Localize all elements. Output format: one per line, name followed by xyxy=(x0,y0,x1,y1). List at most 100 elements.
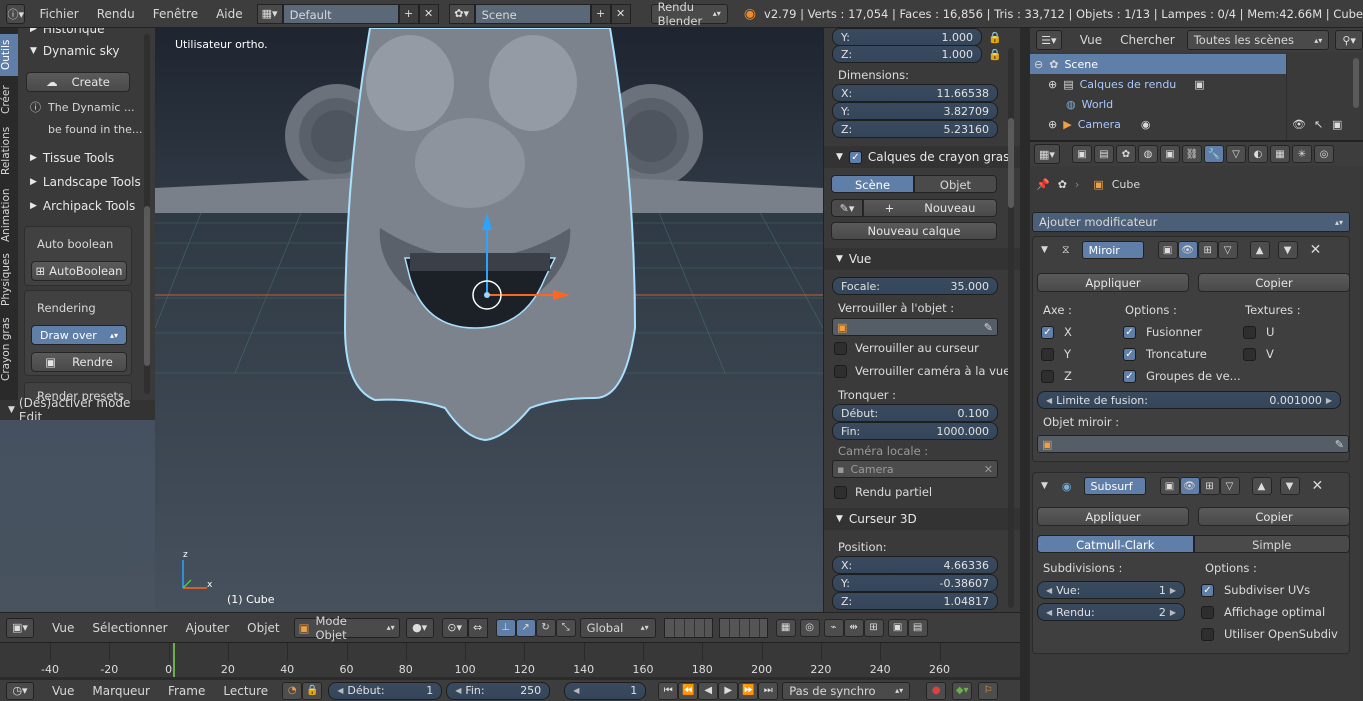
properties-editor-icon[interactable]: ▦▾ xyxy=(1034,144,1060,164)
subsurf-name-field[interactable]: Subsurf xyxy=(1083,477,1146,495)
panel-landscape-tools[interactable]: ▶ Landscape Tools xyxy=(30,175,141,189)
opensubdiv-checkbox[interactable] xyxy=(1201,627,1214,641)
focale-field[interactable]: Focale: 35.000 xyxy=(832,277,998,295)
render-engine-select[interactable]: Rendu Blender ▴▾ xyxy=(650,0,728,28)
texture-tab-icon[interactable]: ▦ xyxy=(1270,145,1290,163)
move-up-icon[interactable]: ▲ xyxy=(1249,241,1270,259)
layer-lock-icon[interactable]: ▦ xyxy=(775,618,796,637)
nouveau-button[interactable]: + Nouveau xyxy=(863,199,997,217)
catmull-clark-tab[interactable]: Catmull-Clark xyxy=(1037,535,1194,553)
expand-icon[interactable]: ⊕ xyxy=(1048,78,1057,91)
expand-icon[interactable]: ⊕ xyxy=(1048,118,1057,131)
view3d-menu-selectionner[interactable]: Sélectionner xyxy=(92,621,167,635)
remove-layout-icon[interactable]: ✕ xyxy=(418,3,439,24)
layout-name[interactable]: Default xyxy=(282,3,399,24)
scale-y-field[interactable]: Y: 1.000 xyxy=(832,28,982,46)
manipulator-icon[interactable]: ⇔ xyxy=(467,617,488,638)
cursor-x-field[interactable]: X: 4.66336 xyxy=(832,556,998,574)
partial-render-checkbox[interactable] xyxy=(834,485,847,499)
move-down-icon[interactable]: ▼ xyxy=(1279,477,1300,495)
subdiv-render-field[interactable]: ◀ Rendu: 2 ▶ xyxy=(1037,603,1185,621)
mirror-copy-button[interactable]: Copier xyxy=(1198,273,1350,292)
tab-scene[interactable]: Scène xyxy=(831,175,914,193)
scene-selector[interactable]: ✿▾ Scene + ✕ xyxy=(448,3,631,24)
axis-y-row[interactable]: Y xyxy=(1041,347,1071,361)
outliner-menu-vue[interactable]: Vue xyxy=(1080,33,1102,47)
record-icon[interactable]: ● xyxy=(926,681,947,700)
lock-icon[interactable]: 🔒 xyxy=(986,45,1004,63)
physics-tab-icon[interactable]: ◎ xyxy=(1314,145,1334,163)
timeline-menu-marqueur[interactable]: Marqueur xyxy=(92,684,150,698)
rotate-icon[interactable]: ↻ xyxy=(535,618,556,637)
tab-animation[interactable]: Animation xyxy=(0,184,18,246)
prev-keyframe-icon[interactable]: ⏪ xyxy=(678,681,699,700)
lock-camera-checkbox[interactable] xyxy=(834,364,847,378)
orientation-select[interactable]: Global ▴▾ xyxy=(579,617,656,638)
view3d-editor-icon[interactable]: ▣▾ xyxy=(6,617,34,638)
move-down-icon[interactable]: ▼ xyxy=(1277,241,1298,259)
rendre-button[interactable]: ▣ Rendre xyxy=(31,352,127,372)
lock-icon[interactable]: 🔒 xyxy=(986,28,1004,46)
outliner-filter-select[interactable]: Toutes les scènes ▴▾ xyxy=(1186,30,1330,50)
clip-start-field[interactable]: Début: 0.100 xyxy=(832,404,998,422)
constraints-tab-icon[interactable]: ⛓ xyxy=(1182,145,1202,163)
collapse-icon[interactable]: ▼ xyxy=(1041,245,1048,255)
world-tab-icon[interactable]: ◍ xyxy=(1138,145,1158,163)
preview-range-icon[interactable]: ◔ xyxy=(282,681,303,700)
local-camera-field[interactable]: ▪ Camera ✕ xyxy=(832,460,998,478)
opengl-render-icon[interactable]: ▣ xyxy=(887,618,908,637)
snap-element-icon[interactable]: ⇹ xyxy=(843,618,864,637)
add-modifier-select[interactable]: Ajouter modificateur ▴▾ xyxy=(1032,212,1350,232)
selectable-arrow-icon[interactable]: ↖ xyxy=(1314,118,1323,131)
play-icon[interactable]: ▶ xyxy=(718,681,739,700)
increment-icon[interactable]: ▶ xyxy=(1170,586,1176,595)
material-tab-icon[interactable]: ◐ xyxy=(1248,145,1268,163)
merge-checkbox[interactable]: ✓ xyxy=(1123,325,1136,339)
scene-tab-icon[interactable]: ✿ xyxy=(1116,145,1136,163)
cage-toggle-icon[interactable]: ▽ xyxy=(1217,241,1238,259)
view3d-menu-vue[interactable]: Vue xyxy=(52,621,74,635)
clipping-checkbox[interactable]: ✓ xyxy=(1123,347,1136,361)
increment-icon[interactable]: ▶ xyxy=(1170,608,1176,617)
timeline-menu-lecture[interactable]: Lecture xyxy=(223,684,268,698)
collapse-icon[interactable]: ▼ xyxy=(1041,481,1048,491)
view3d-menu-ajouter[interactable]: Ajouter xyxy=(186,621,230,635)
dim-z-field[interactable]: Z: 5.23160 xyxy=(832,120,998,138)
dim-y-field[interactable]: Y: 3.82709 xyxy=(832,102,998,120)
manipulator-toggle-icon[interactable]: ⊥ xyxy=(495,618,516,637)
simple-tab[interactable]: Simple xyxy=(1193,535,1350,553)
next-keyframe-icon[interactable]: ⏩ xyxy=(738,681,759,700)
remove-scene-icon[interactable]: ✕ xyxy=(610,3,631,24)
menu-aide[interactable]: Aide xyxy=(216,7,243,21)
tab-creer[interactable]: Créer xyxy=(0,80,18,120)
grease-pencil-checkbox[interactable]: ✓ xyxy=(848,150,862,164)
layers-grid[interactable] xyxy=(663,617,768,638)
timeline-ruler[interactable]: -40 -20 0 20 40 60 80 100 120 140 160 180 200 220 240 2… xyxy=(0,642,1020,677)
jump-end-icon[interactable]: ⏭ xyxy=(758,681,779,700)
toolshelf-scrollbar[interactable] xyxy=(144,34,150,394)
dim-x-field[interactable]: X: 11.66538 xyxy=(832,84,998,102)
proportional-edit-icon[interactable]: ◎ xyxy=(799,618,820,637)
tab-relations[interactable]: Relations xyxy=(0,122,18,180)
decrement-icon[interactable]: ◀ xyxy=(455,686,461,695)
particles-tab-icon[interactable]: ✳ xyxy=(1292,145,1312,163)
render-toggle-icon[interactable]: ⊞ xyxy=(1197,241,1218,259)
create-button[interactable]: ☁ Create xyxy=(26,72,130,92)
texture-u-checkbox[interactable] xyxy=(1243,325,1256,339)
menu-rendu[interactable]: Rendu xyxy=(97,7,135,21)
pencil-icon[interactable]: ✎▾ xyxy=(831,199,863,217)
autoboolean-button[interactable]: ⊞ AutoBoolean xyxy=(31,261,127,281)
frame-start-field[interactable]: ◀ Début: 1 xyxy=(328,681,443,700)
axis-y-checkbox[interactable] xyxy=(1041,347,1054,361)
remove-modifier-icon[interactable]: ✕ xyxy=(1312,478,1324,494)
outliner-row-camera[interactable]: ⊕ ▶ Camera ◉ xyxy=(1048,114,1150,134)
decrement-icon[interactable]: ◀ xyxy=(573,686,579,695)
snap-toggle-icon[interactable]: ⌁ xyxy=(823,618,844,637)
tab-crayon-gras[interactable]: Crayon gras xyxy=(0,314,18,384)
decrement-icon[interactable]: ◀ xyxy=(337,686,343,695)
mode-select[interactable]: ▣ Mode Objet ▴▾ xyxy=(293,614,400,642)
shading-select-icon[interactable]: ●▾ xyxy=(405,617,434,638)
cage-toggle-icon[interactable]: ▽ xyxy=(1219,477,1240,495)
tab-physiques[interactable]: Physiques xyxy=(0,250,18,310)
renderable-camera-icon[interactable]: ▣ xyxy=(1332,118,1342,131)
